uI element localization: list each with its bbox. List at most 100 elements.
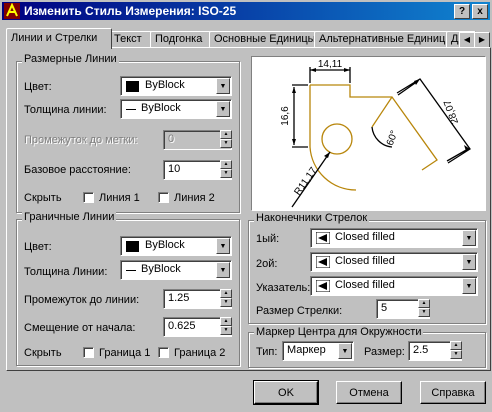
preview-dim-angle: 60° [385, 129, 401, 147]
chevron-down-icon[interactable]: ▼ [216, 262, 230, 278]
close-title-button[interactable]: x [472, 4, 488, 19]
ok-button[interactable]: OK [253, 380, 319, 405]
tab-scroll-left-button[interactable]: ◀ [459, 32, 475, 48]
center-size-value: 2.5 [413, 344, 429, 356]
preview-dim-radius: R11,17 [292, 165, 319, 197]
dim-line2-checkbox[interactable] [158, 192, 169, 203]
ext-color-value: ByBlock [145, 239, 185, 251]
baseline-spacing-spinner[interactable]: 10 ▲ ▼ [163, 160, 232, 180]
dimension-preview: 14,11 16,6 28,07 60° R11,17 [251, 56, 486, 211]
extend-beyond-label: Промежуток до линии: [24, 294, 140, 306]
ext-color-label: Цвет: [24, 241, 52, 253]
lineweight-icon [126, 109, 136, 110]
tab-primary-units[interactable]: Основные Единицы [209, 31, 316, 48]
extend-ticks-spinner[interactable]: 0 ▲ ▼ [163, 130, 232, 150]
offset-origin-value: 0.625 [168, 320, 196, 332]
arrow-size-spinner[interactable]: 5 ▲ ▼ [376, 299, 430, 319]
extend-beyond-spinner[interactable]: 1.25 ▲ ▼ [163, 289, 232, 309]
arrow-size-label: Размер Стрелки: [256, 305, 343, 317]
extend-ticks-label: Промежуток до метки: [24, 134, 138, 146]
title-bar[interactable]: Изменить Стиль Измерения: ISO-25 ? x [2, 2, 490, 20]
chevron-down-icon[interactable]: ▼ [338, 343, 352, 359]
center-size-spinner[interactable]: 2.5 ▲ ▼ [408, 341, 462, 361]
preview-dim-right: 28,07 [442, 98, 461, 126]
first-arrow-label: 1ый: [256, 233, 280, 245]
arrow-size-value: 5 [381, 302, 388, 314]
help-button[interactable]: Справка [420, 381, 486, 404]
color-swatch [126, 241, 139, 252]
spin-up-icon[interactable]: ▲ [220, 130, 232, 139]
spin-down-icon[interactable]: ▼ [220, 139, 232, 148]
dim-line1-checkbox[interactable] [83, 192, 94, 203]
closed-filled-arrow-icon [316, 256, 330, 268]
chevron-down-icon[interactable]: ▼ [462, 278, 476, 294]
ext-color-dropdown[interactable]: ByBlock ▼ [120, 236, 232, 256]
leader-arrow-dropdown[interactable]: Closed filled ▼ [310, 276, 478, 296]
dim-line1-label: Линия 1 [99, 192, 140, 204]
closed-filled-arrow-icon [316, 280, 330, 292]
tab-text[interactable]: Текст [109, 31, 152, 48]
preview-dim-top: 14,11 [318, 59, 343, 70]
tab-lines-arrows[interactable]: Линии и Стрелки [6, 28, 112, 49]
tab-scroll-right-button[interactable]: ▶ [474, 32, 490, 48]
lineweight-icon [126, 270, 136, 271]
ext-lineweight-value: ByBlock [141, 263, 181, 275]
offset-origin-spinner[interactable]: 0.625 ▲ ▼ [163, 317, 232, 337]
extension-lines-legend: Граничные Линии [22, 211, 117, 223]
baseline-spacing-value: 10 [168, 163, 181, 175]
spin-down-icon[interactable]: ▼ [418, 308, 430, 317]
second-arrow-dropdown[interactable]: Closed filled ▼ [310, 252, 478, 272]
dimension-style-dialog: Изменить Стиль Измерения: ISO-25 ? x Лин… [0, 0, 492, 412]
spin-up-icon[interactable]: ▲ [220, 289, 232, 298]
tab-fit[interactable]: Подгонка [150, 31, 211, 48]
dim-color-label: Цвет: [24, 81, 52, 93]
window-title: Изменить Стиль Измерения: ISO-25 [24, 4, 237, 18]
ext-suppress-label: Скрыть [24, 347, 62, 359]
extend-beyond-value: 1.25 [168, 292, 190, 304]
dim-lineweight-value: ByBlock [141, 102, 181, 114]
spin-up-icon[interactable]: ▲ [220, 160, 232, 169]
chevron-down-icon[interactable]: ▼ [216, 238, 230, 254]
dim-suppress-label: Скрыть [24, 192, 62, 204]
ext-line2-checkbox[interactable] [158, 347, 169, 358]
offset-origin-label: Смещение от начала: [24, 322, 136, 334]
dim-lineweight-dropdown[interactable]: ByBlock ▼ [120, 99, 232, 119]
ext-line1-label: Граница 1 [99, 347, 151, 359]
ext-lineweight-dropdown[interactable]: ByBlock ▼ [120, 260, 232, 280]
ext-lineweight-label: Толщина Линии: [24, 266, 108, 278]
preview-drawing: 14,11 16,6 28,07 60° R11,17 [280, 59, 471, 208]
dim-line2-label: Линия 2 [174, 192, 215, 204]
ext-line1-checkbox[interactable] [83, 347, 94, 358]
spin-down-icon[interactable]: ▼ [450, 350, 462, 359]
center-type-dropdown[interactable]: Маркер ▼ [282, 341, 354, 361]
center-size-label: Размер: [364, 346, 405, 358]
leader-arrow-label: Указатель: [256, 282, 311, 294]
spin-down-icon[interactable]: ▼ [220, 298, 232, 307]
chevron-down-icon[interactable]: ▼ [462, 254, 476, 270]
spin-up-icon[interactable]: ▲ [220, 317, 232, 326]
chevron-down-icon[interactable]: ▼ [216, 101, 230, 117]
center-marks-legend: Маркер Центра для Окружности [254, 326, 424, 338]
color-swatch [126, 81, 139, 92]
first-arrow-value: Closed filled [335, 231, 395, 243]
first-arrow-dropdown[interactable]: Closed filled ▼ [310, 228, 478, 248]
baseline-spacing-label: Базовое расстояние: [24, 164, 131, 176]
cancel-button[interactable]: Отмена [336, 381, 402, 404]
chevron-down-icon[interactable]: ▼ [216, 78, 230, 94]
dim-color-dropdown[interactable]: ByBlock ▼ [120, 76, 232, 96]
closed-filled-arrow-icon [316, 232, 330, 244]
second-arrow-value: Closed filled [335, 255, 395, 267]
spin-up-icon[interactable]: ▲ [418, 299, 430, 308]
arrowheads-legend: Наконечники Стрелок [254, 212, 370, 224]
help-title-button[interactable]: ? [454, 4, 470, 19]
ext-line2-label: Граница 2 [174, 347, 226, 359]
tab-alternate-units[interactable]: Альтернативные Единицы [314, 31, 453, 48]
spin-down-icon[interactable]: ▼ [220, 326, 232, 335]
center-type-label: Тип: [256, 346, 278, 358]
second-arrow-label: 2ой: [256, 258, 278, 270]
chevron-down-icon[interactable]: ▼ [462, 230, 476, 246]
dimension-lines-legend: Размерные Линии [22, 53, 119, 65]
spin-down-icon[interactable]: ▼ [220, 169, 232, 178]
spin-up-icon[interactable]: ▲ [450, 341, 462, 350]
center-type-value: Маркер [287, 344, 326, 356]
